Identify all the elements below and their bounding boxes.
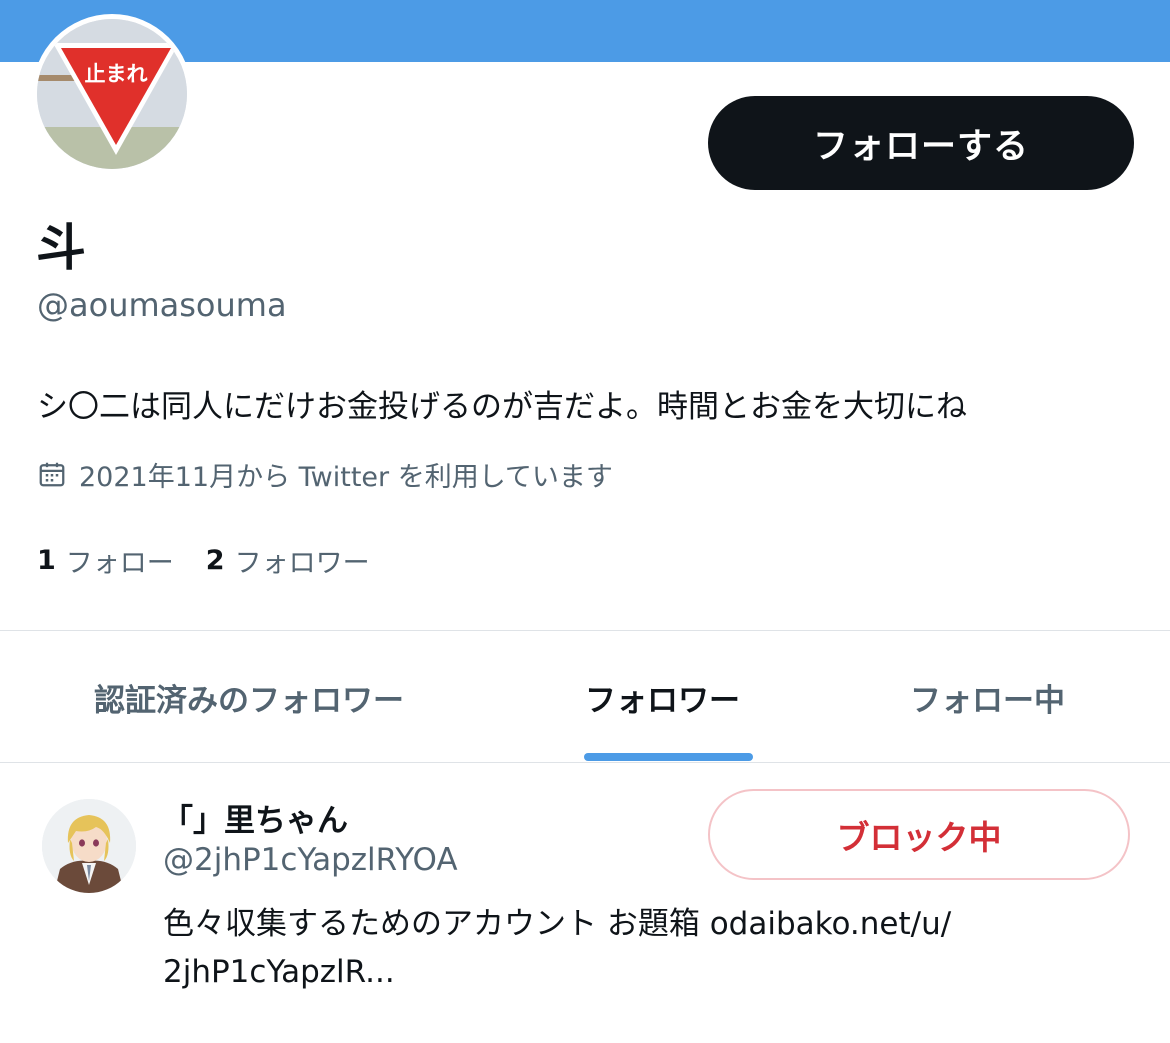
user-bio-line: 2jhP1cYapzlR... [163,954,395,990]
profile-display-name: 斗 [36,219,86,277]
following-link[interactable]: 1 フォロー [37,541,174,580]
stop-sign-image: 止まれ [37,19,187,169]
followers-link[interactable]: 2 フォロワー [206,541,370,580]
followers-label: フォロワー [234,548,370,579]
joined-date-text: 2021年11月から Twitter を利用しています [79,461,613,493]
user-handle: @2jhP1cYapzlRYOA [163,842,458,878]
blocked-button[interactable]: ブロック中 [708,789,1130,880]
profile-handle: @aoumasouma [37,286,287,324]
tab-followers[interactable]: フォロワー [585,672,740,722]
calendar-icon [39,462,65,487]
profile-avatar[interactable]: 止まれ [32,14,192,174]
user-avatar[interactable] [42,799,136,893]
following-count: 1 [37,545,56,576]
tab-verified-followers[interactable]: 認証済みのフォロワー [94,672,404,722]
avatar-sign-text: 止まれ [85,62,148,86]
anime-character-image [42,799,136,893]
joined-date-row: 2021年11月から Twitter を利用しています [37,456,613,493]
blocked-button-label: ブロック中 [836,817,1002,857]
divider [0,762,1170,763]
follow-button[interactable]: フォローする [708,96,1134,190]
follow-stats: 1 フォロー 2 フォロワー [37,541,370,580]
tab-following[interactable]: フォロー中 [910,672,1065,722]
following-label: フォロー [65,548,174,579]
followers-count: 2 [205,545,225,576]
user-bio-line: 色々収集するためのアカウント お題箱 odaibako.net/u/ [163,906,952,942]
user-display-name[interactable]: 「」里ちゃん [162,795,348,840]
avatar-image: 止まれ [37,19,187,169]
profile-bio: シ〇二は同人にだけお金投げるのが吉だよ。時間とお金を大切にね [37,389,967,425]
user-bio: 色々収集するためのアカウント お題箱 odaibako.net/u/ 2jhP1… [163,900,1063,996]
active-tab-indicator [584,753,753,761]
divider [0,630,1170,631]
